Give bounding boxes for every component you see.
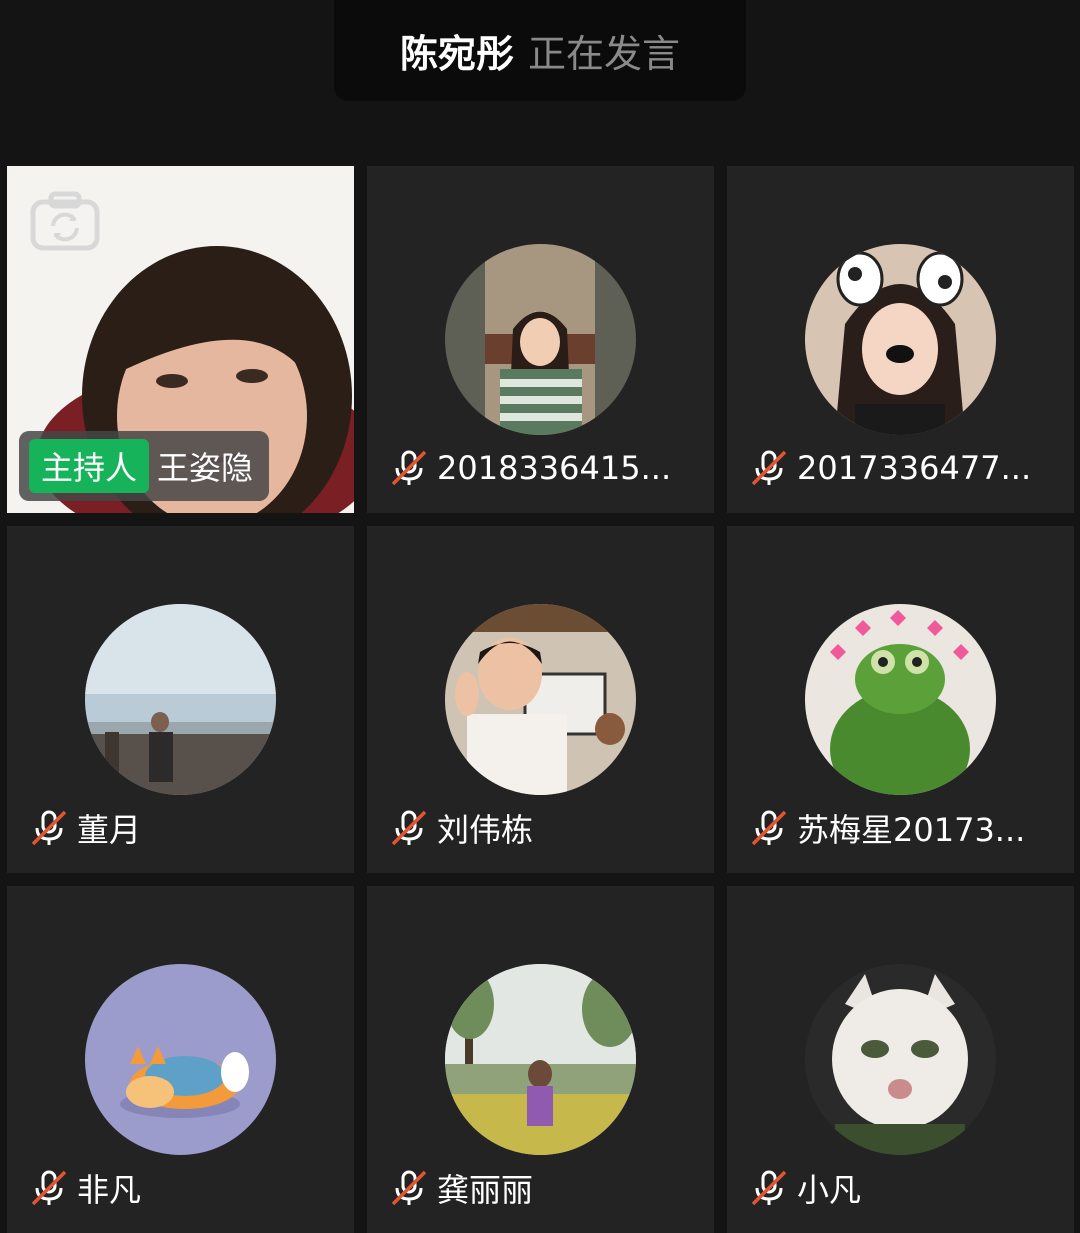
participant-label: 小凡 <box>749 1166 861 1210</box>
host-name: 王姿隐 <box>157 449 254 487</box>
participant-label: 董月 <box>29 806 141 850</box>
host-badge: 主持人 王姿隐 <box>19 431 270 501</box>
participant-label: 2018336415... <box>389 446 671 490</box>
participant-avatar <box>445 964 636 1155</box>
participant-tile[interactable]: 龚丽丽 <box>367 886 714 1233</box>
participant-grid: 主持人 王姿隐 2018336415... 2017336477... 董月 刘… <box>0 0 1080 1233</box>
participant-tile[interactable]: 2018336415... <box>367 166 714 513</box>
mic-muted-icon <box>749 1168 789 1208</box>
participant-tile[interactable]: 刘伟栋 <box>367 526 714 873</box>
participant-label: 非凡 <box>29 1166 141 1210</box>
participant-avatar <box>805 964 996 1155</box>
participant-name: 小凡 <box>797 1171 862 1209</box>
participant-label: 2017336477... <box>749 446 1031 490</box>
participant-avatar <box>445 604 636 795</box>
participant-tile[interactable]: 董月 <box>7 526 354 873</box>
mic-muted-icon <box>29 808 69 848</box>
participant-tile[interactable]: 小凡 <box>727 886 1074 1233</box>
camera-switch-icon[interactable] <box>29 188 101 252</box>
participant-label: 龚丽丽 <box>389 1166 533 1210</box>
participant-name: 董月 <box>77 811 142 849</box>
participant-avatar <box>85 604 276 795</box>
participant-avatar <box>805 244 996 435</box>
mic-muted-icon <box>749 448 789 488</box>
participant-avatar <box>85 964 276 1155</box>
participant-tile[interactable]: 2017336477... <box>727 166 1074 513</box>
participant-name: 刘伟栋 <box>437 811 534 849</box>
participant-name: 龚丽丽 <box>437 1171 534 1209</box>
mic-muted-icon <box>749 808 789 848</box>
participant-tile[interactable]: 非凡 <box>7 886 354 1233</box>
host-video-tile[interactable]: 主持人 王姿隐 <box>7 166 354 513</box>
participant-name: 苏梅星20173... <box>797 811 1026 849</box>
participant-label: 苏梅星20173... <box>749 806 1025 850</box>
mic-muted-icon <box>389 448 429 488</box>
mic-muted-icon <box>389 808 429 848</box>
participant-name: 非凡 <box>77 1171 142 1209</box>
participant-avatar <box>445 244 636 435</box>
mic-muted-icon <box>389 1168 429 1208</box>
participant-avatar <box>805 604 996 795</box>
mic-muted-icon <box>29 1168 69 1208</box>
participant-label: 刘伟栋 <box>389 806 533 850</box>
host-role-label: 主持人 <box>29 439 150 493</box>
participant-name: 2017336477... <box>797 449 1032 487</box>
participant-name: 2018336415... <box>437 449 672 487</box>
participant-tile[interactable]: 苏梅星20173... <box>727 526 1074 873</box>
